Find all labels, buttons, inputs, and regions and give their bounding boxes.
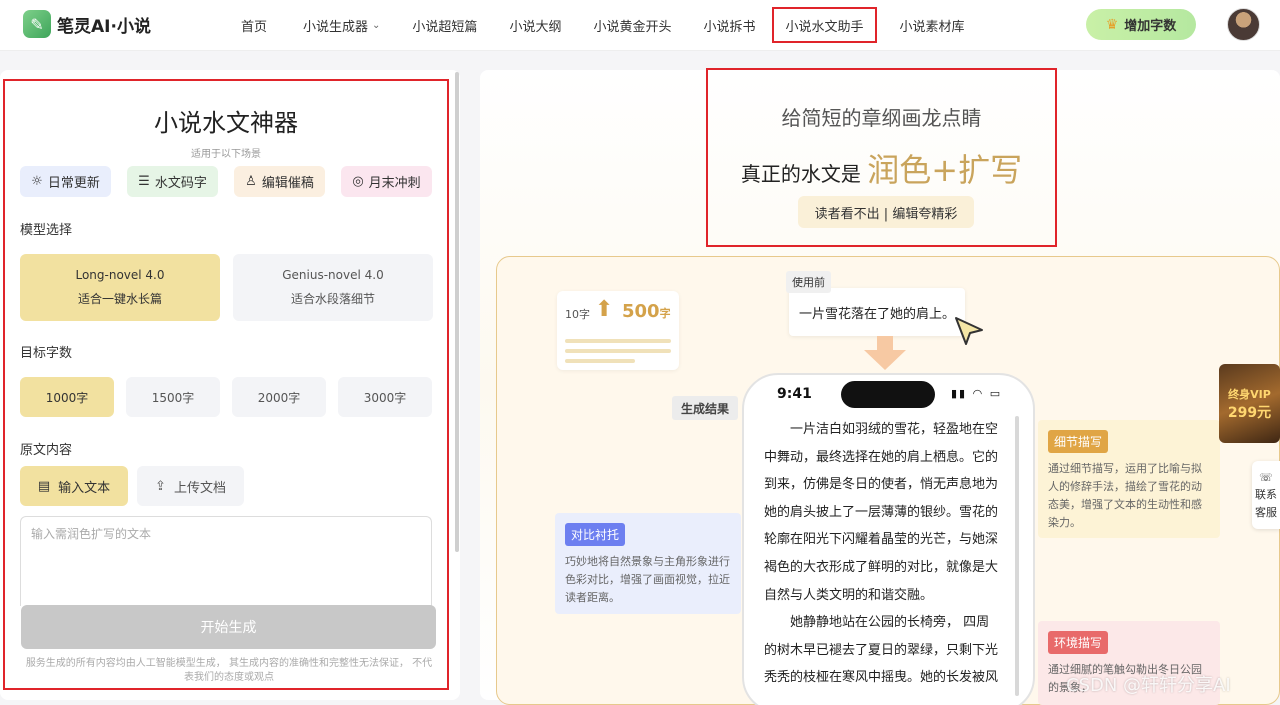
main-nav: 首页 小说生成器 ⌄ 小说超短篇 小说大纲 小说黄金开头 小说拆书 小说水文助手 … [230,0,976,50]
generated-paragraph: 她静静地站在公园的长椅旁， 四周的树木早已褪去了夏日的翠绿，只剩下光秃秃的枝桠在… [764,615,999,686]
up-arrow-icon: ⬆ [595,297,614,322]
phone-scrollbar[interactable] [1015,416,1019,696]
logo-text: 笔灵AI·小说 [57,16,151,37]
document-icon: ▤ [37,478,51,494]
before-tag: 使用前 [786,271,831,293]
hero-pill: 读者看不出 | 编辑夸精彩 [798,196,974,228]
wordcount-label: 目标字数 [20,346,73,361]
scenario-chip-filler[interactable]: ☰ 水文码字 [127,166,218,197]
model-label: 模型选择 [20,223,73,238]
model-option-genius-novel[interactable]: Genius-novel 4.0 适合水段落细节 [233,254,433,321]
wordcount-option-3000[interactable]: 3000字 [338,377,432,417]
nav-home[interactable]: 首页 [230,7,278,43]
nav-novel-generator[interactable]: 小说生成器 ⌄ [292,7,391,43]
nav-short-story[interactable]: 小说超短篇 [401,7,488,43]
page-subtitle: 适用于以下场景 [191,149,261,160]
avatar[interactable] [1227,8,1260,41]
chevron-down-icon: ⌄ [372,19,381,31]
result-tag: 生成结果 [672,396,738,420]
scenario-chip-daily[interactable]: ☼ 日常更新 [20,166,111,197]
upload-icon: ⇪ [155,478,166,494]
scenario-chip-editor[interactable]: ♙ 编辑催稿 [234,166,325,197]
leaf-icon: ✎ [23,10,51,38]
hero-headline: 真正的水文是 润色+扩写 [740,151,1023,189]
model-option-long-novel[interactable]: Long-novel 4.0 适合一键水长篇 [20,254,220,321]
disclaimer-text: 服务生成的所有内容均由人工智能模型生成， 其生成内容的准确性和完整性无法保证， … [25,658,433,683]
wordcount-option-2000[interactable]: 2000字 [232,377,326,417]
top-navbar: ✎ 笔灵AI·小说 首页 小说生成器 ⌄ 小说超短篇 小说大纲 小说黄金开头 小说… [0,0,1280,50]
cursor-icon [955,317,983,345]
nav-outline[interactable]: 小说大纲 [498,7,572,43]
placeholder-line [565,349,671,353]
placeholder-line [565,359,635,363]
hero-highlight: 润色+扩写 [867,151,1023,189]
logo[interactable]: ✎ 笔灵AI·小说 [23,10,151,38]
source-text-input[interactable] [20,516,432,606]
page-title: 小说水文神器 [154,109,298,137]
scenario-chip-sprint[interactable]: ◎ 月末冲刺 [341,166,432,197]
hero-tagline: 给简短的章纲画龙点睛 [781,106,982,130]
nav-material-library[interactable]: 小说素材库 [889,7,976,43]
headset-icon: ☏ [1259,470,1273,484]
down-arrow-icon [864,336,906,370]
dynamic-island [841,381,935,408]
scrollbar[interactable] [455,72,459,552]
user-icon: ♙ [245,174,257,189]
wordcount-option-1000[interactable]: 1000字 [20,377,114,417]
crown-icon: ♛ [1105,16,1119,33]
expansion-stat-card: 10字 ⬆ 500字 [557,291,679,370]
list-icon: ☰ [138,174,150,189]
add-words-button[interactable]: ♛ 增加字数 [1086,9,1196,40]
vip-promo-badge[interactable]: 终身VIP 299元 [1219,364,1280,443]
target-icon: ◎ [352,174,364,189]
nav-golden-opening[interactable]: 小说黄金开头 [582,7,682,43]
phone-time: 9:41 [777,386,812,402]
upload-document-button[interactable]: ⇪ 上传文档 [137,466,244,506]
generate-button[interactable]: 开始生成 [21,605,436,649]
before-example: 一片雪花落在了她的肩上。 [789,288,965,336]
contact-support-button[interactable]: ☏ 联系 客服 [1252,461,1280,529]
generated-text: 一片洁白如羽绒的雪花，轻盈地在空中舞动，最终选择在她的肩上栖息。它的到来，仿佛是… [764,416,1000,692]
signal-wifi-battery-icon: ▮▮ ◠ ▭ [951,387,1003,400]
watermark: CSDN @轩轩分享AI [1066,675,1231,696]
generated-paragraph: 一片洁白如羽绒的雪花，轻盈地在空中舞动，最终选择在她的肩上栖息。它的到来，仿佛是… [764,422,999,603]
sun-icon: ☼ [31,174,43,189]
source-label: 原文内容 [20,443,73,458]
nav-filler-assistant[interactable]: 小说水文助手 [772,7,877,43]
wordcount-option-1500[interactable]: 1500字 [126,377,220,417]
placeholder-line [565,339,671,343]
annotation-card-contrast: 对比衬托 巧妙地将自然景象与主角形象进行色彩对比，增强了画面视觉，拉近读者距离。 [555,513,741,614]
input-text-button[interactable]: ▤ 输入文本 [20,466,128,506]
nav-book-breakdown[interactable]: 小说拆书 [692,7,766,43]
annotation-card-detail: 细节描写 通过细节描写，运用了比喻与拟人的修辞手法，描绘了雪花的动态美，增强了文… [1038,420,1220,538]
